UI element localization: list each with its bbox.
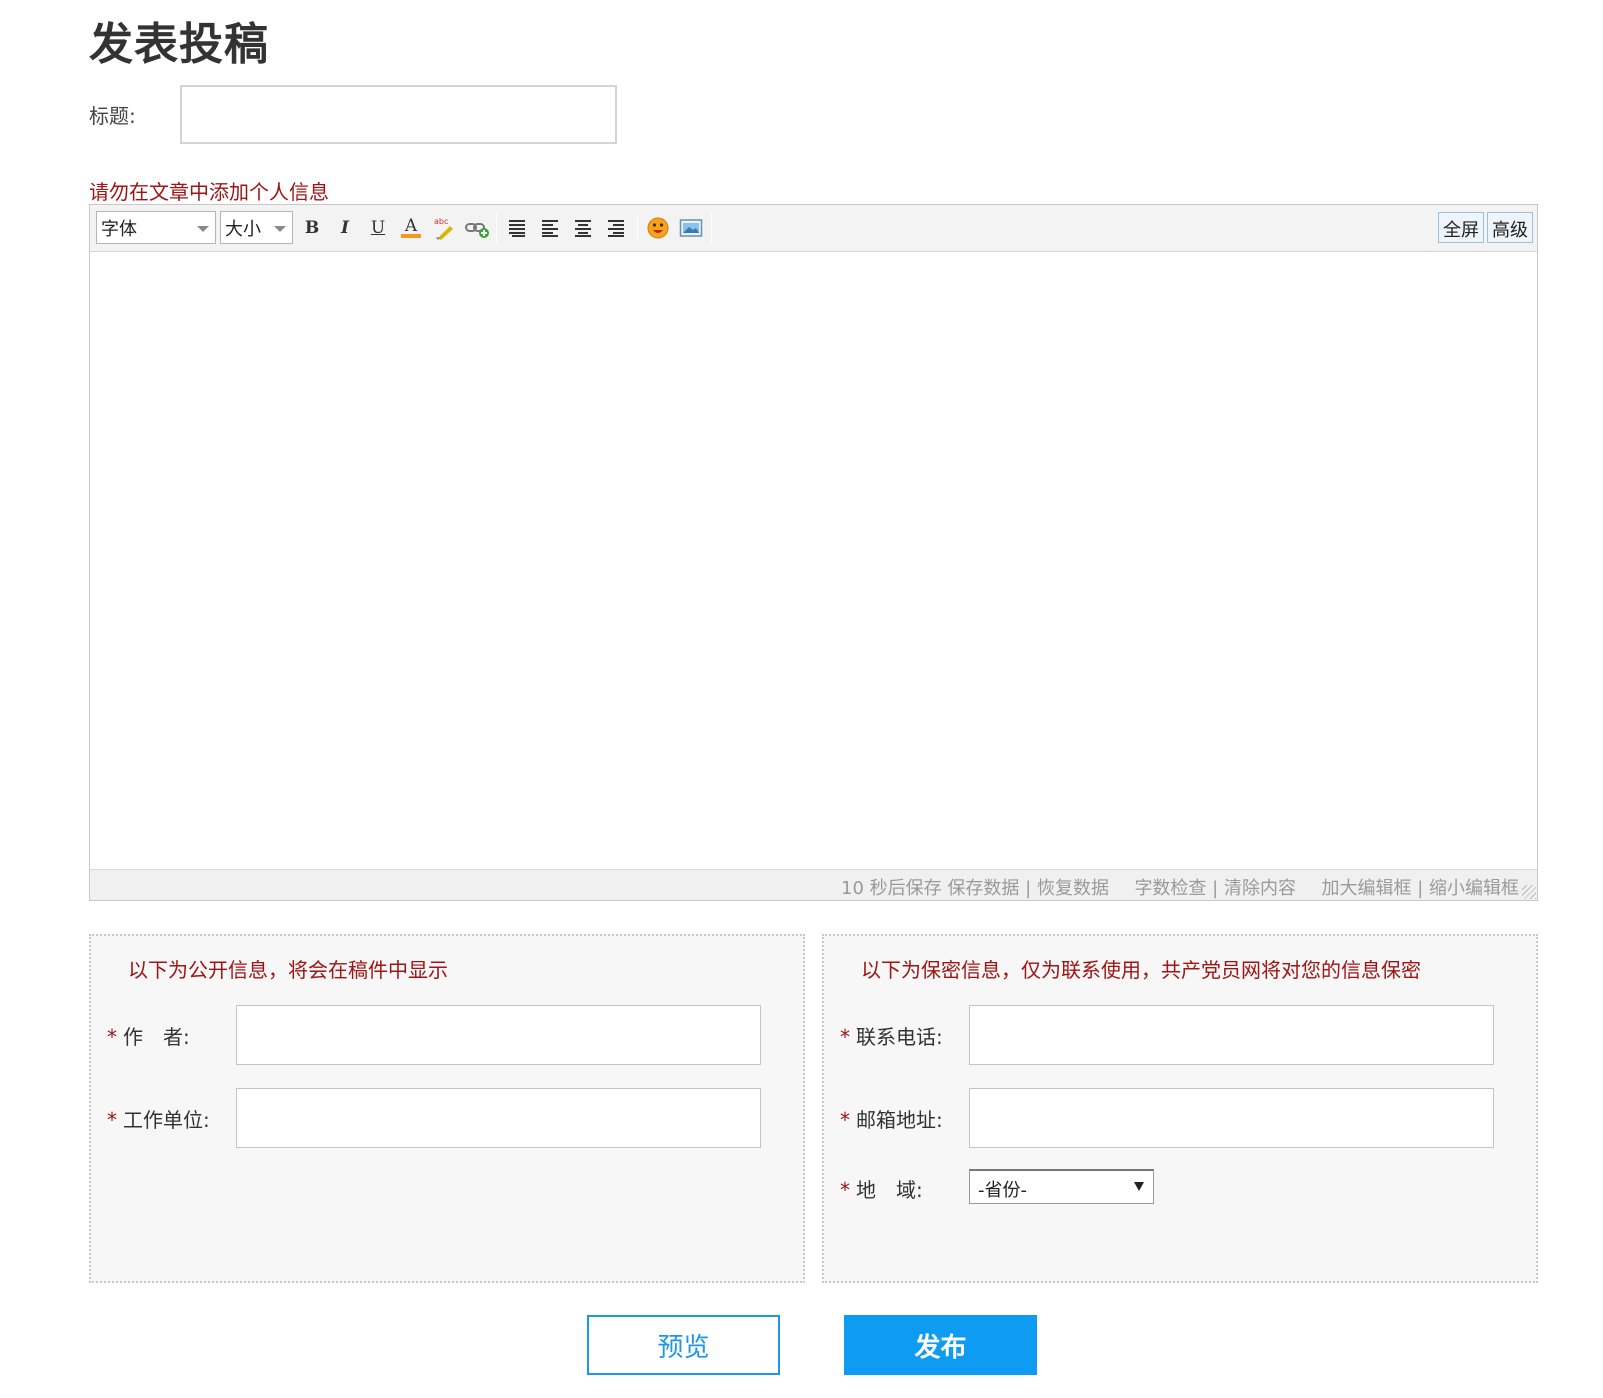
organization-label-text: 工作单位: <box>123 1108 210 1132</box>
author-input[interactable] <box>236 1005 761 1065</box>
restore-data-link[interactable]: 恢复数据 <box>1037 878 1109 899</box>
phone-label-text: 联系电话: <box>856 1025 943 1049</box>
public-info-note: 以下为公开信息，将会在稿件中显示 <box>128 958 448 982</box>
rich-text-editor: 字体 大小 B I U A abc 全屏 高级 10 秒后保存 保存数据 | 恢… <box>89 204 1538 901</box>
advanced-button[interactable]: 高级 <box>1487 212 1533 243</box>
email-input[interactable] <box>969 1088 1494 1148</box>
clear-content-link[interactable]: 清除内容 <box>1224 878 1296 899</box>
emoticon-icon[interactable] <box>645 215 671 241</box>
email-label-text: 邮箱地址: <box>856 1108 943 1132</box>
shrink-editor-link[interactable]: 缩小编辑框 <box>1429 878 1519 899</box>
font-family-value: 字体 <box>101 219 137 240</box>
page-title: 发表投稿 <box>89 19 269 70</box>
autosave-status: 10 秒后保存 <box>841 878 942 899</box>
required-mark: * <box>107 1108 117 1132</box>
phone-input[interactable] <box>969 1005 1494 1065</box>
font-color-letter: A <box>404 216 418 236</box>
resize-grip[interactable] <box>1522 885 1536 899</box>
align-center-icon[interactable] <box>570 215 596 241</box>
editor-footer: 10 秒后保存 保存数据 | 恢复数据 字数检查 | 清除内容 加大编辑框 | … <box>90 869 1537 900</box>
font-size-select[interactable]: 大小 <box>220 211 293 244</box>
chevron-down-icon <box>274 226 286 232</box>
font-family-select[interactable]: 字体 <box>96 211 216 244</box>
editor-content-area[interactable] <box>90 253 1537 871</box>
editor-toolbar: 字体 大小 B I U A abc 全屏 高级 <box>90 205 1537 252</box>
align-justify-icon[interactable] <box>504 215 530 241</box>
align-left-icon[interactable] <box>537 215 563 241</box>
required-mark: * <box>840 1178 850 1202</box>
organization-input[interactable] <box>236 1088 761 1148</box>
title-input[interactable] <box>180 85 617 144</box>
email-label: * 邮箱地址: <box>840 1104 943 1133</box>
required-mark: * <box>840 1025 850 1049</box>
highlight-icon[interactable]: abc <box>431 215 457 241</box>
privacy-warning: 请勿在文章中添加个人信息 <box>89 180 329 204</box>
underline-icon[interactable]: U <box>365 215 391 241</box>
publish-button[interactable]: 发布 <box>844 1315 1037 1375</box>
region-label-text: 地 域: <box>856 1178 923 1202</box>
editor-footer-actions: 10 秒后保存 保存数据 | 恢复数据 字数检查 | 清除内容 加大编辑框 | … <box>841 874 1519 900</box>
province-select-value: -省份- <box>978 1180 1027 1201</box>
link-icon[interactable] <box>464 215 490 241</box>
font-color-bar <box>401 234 421 238</box>
required-mark: * <box>107 1025 117 1049</box>
region-label: * 地 域: <box>840 1174 923 1203</box>
toolbar-separator <box>637 213 638 243</box>
preview-button[interactable]: 预览 <box>587 1315 780 1375</box>
footer-separator: | <box>1025 878 1032 899</box>
italic-icon[interactable]: I <box>332 215 358 241</box>
enlarge-editor-link[interactable]: 加大编辑框 <box>1321 878 1411 899</box>
dropdown-arrow-icon <box>1134 1182 1144 1191</box>
footer-separator: | <box>1212 878 1219 899</box>
author-label: * 作 者: <box>107 1021 190 1050</box>
author-label-text: 作 者: <box>123 1025 190 1049</box>
image-icon[interactable] <box>678 215 704 241</box>
word-check-link[interactable]: 字数检查 <box>1134 878 1206 899</box>
public-info-panel: 以下为公开信息，将会在稿件中显示 * 作 者: * 工作单位: <box>89 934 805 1283</box>
toolbar-separator <box>496 213 497 243</box>
private-info-note: 以下为保密信息，仅为联系使用，共产党员网将对您的信息保密 <box>861 958 1421 982</box>
toolbar-separator <box>711 213 712 243</box>
font-color-icon[interactable]: A <box>398 215 424 241</box>
chevron-down-icon <box>197 226 209 232</box>
save-data-link[interactable]: 保存数据 <box>947 878 1019 899</box>
private-info-panel: 以下为保密信息，仅为联系使用，共产党员网将对您的信息保密 * 联系电话: * 邮箱地… <box>822 934 1538 1283</box>
footer-separator: | <box>1417 878 1424 899</box>
title-label: 标题: <box>89 104 136 128</box>
bold-icon[interactable]: B <box>299 215 325 241</box>
align-right-icon[interactable] <box>603 215 629 241</box>
organization-label: * 工作单位: <box>107 1104 210 1133</box>
svg-text:abc: abc <box>434 217 448 226</box>
province-select[interactable]: -省份- <box>969 1169 1154 1204</box>
required-mark: * <box>840 1108 850 1132</box>
phone-label: * 联系电话: <box>840 1021 943 1050</box>
fullscreen-button[interactable]: 全屏 <box>1438 212 1484 243</box>
font-size-value: 大小 <box>225 219 261 240</box>
